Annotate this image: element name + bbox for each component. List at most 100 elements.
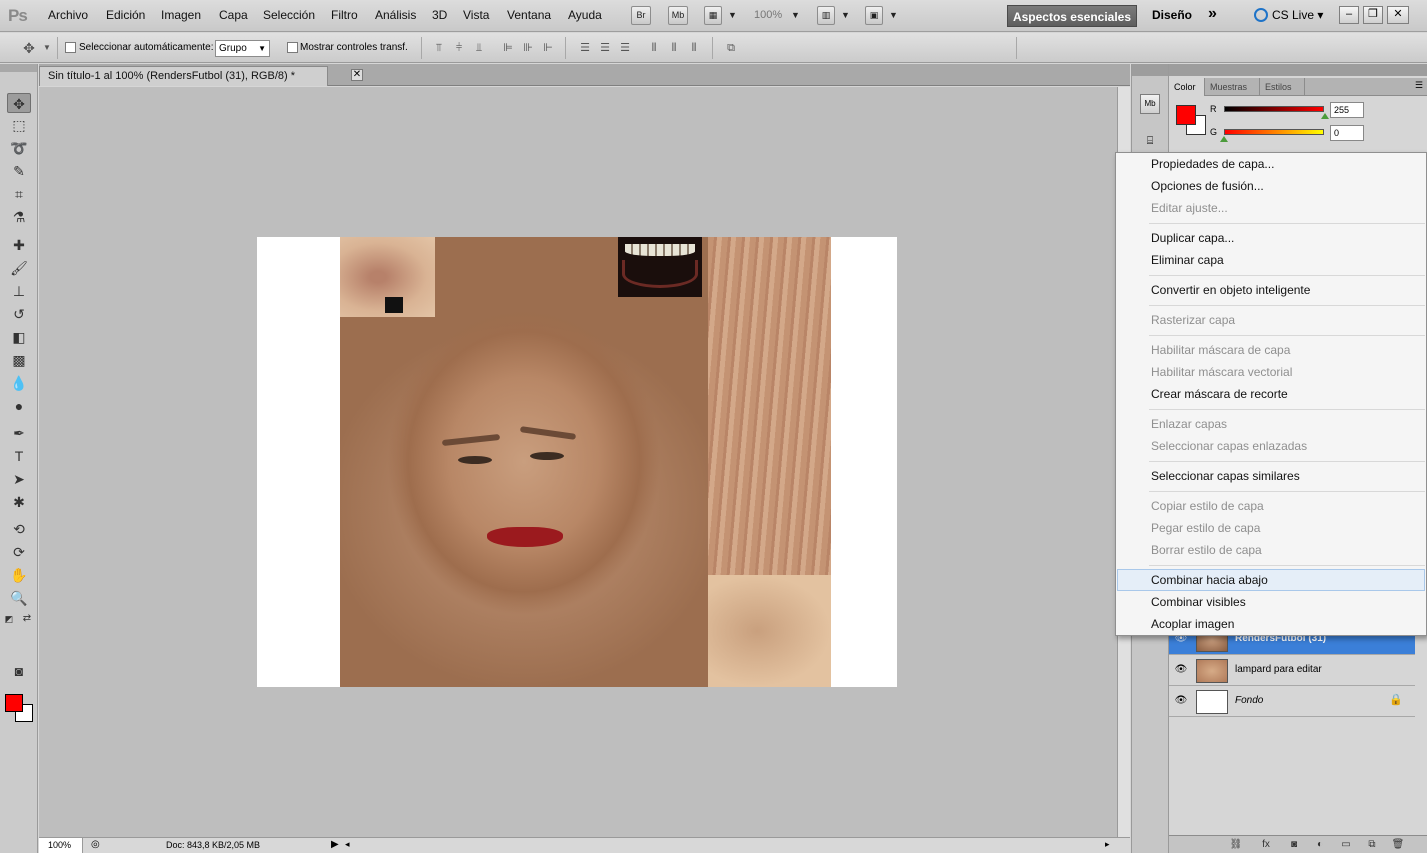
auto-select-dropdown[interactable]: Grupo ▼ [215, 40, 270, 57]
brush-tool-icon[interactable]: 🖌 [7, 258, 31, 278]
align-bottom-icon[interactable]: ⫫ [472, 41, 486, 55]
dock-header[interactable] [1132, 64, 1168, 76]
gradient-tool-icon[interactable]: ▩ [7, 350, 31, 370]
red-value-input[interactable]: 255 [1330, 102, 1364, 118]
quick-selection-tool-icon[interactable]: ✎ [7, 161, 31, 181]
chevron-down-icon[interactable]: ▼ [841, 10, 850, 20]
menu-filtro[interactable]: Filtro [331, 8, 358, 22]
eraser-tool-icon[interactable]: ◧ [7, 327, 31, 347]
history-panel-icon[interactable]: ⌸ [1140, 132, 1160, 152]
status-zoom-field[interactable]: 100% [39, 838, 83, 853]
status-menu-arrow-icon[interactable]: ▶ [331, 839, 339, 850]
menu-item-enable-layer-mask[interactable]: Habilitar máscara de capa [1117, 339, 1425, 361]
3d-rotate-tool-icon[interactable]: ⟲ [7, 519, 31, 539]
type-tool-icon[interactable]: T [7, 446, 31, 466]
screen-mode-icon[interactable]: ▣ [865, 6, 883, 25]
color-panel-fg-swatch[interactable] [1176, 105, 1196, 125]
hand-tool-icon[interactable]: ✋ [7, 565, 31, 585]
lasso-tool-icon[interactable]: ➰ [7, 138, 31, 158]
menu-item-select-linked-layers[interactable]: Seleccionar capas enlazadas [1117, 435, 1425, 457]
panel-menu-icon[interactable]: ☰ [1415, 80, 1423, 91]
shape-tool-icon[interactable]: ✱ [7, 492, 31, 512]
view-extras-icon[interactable]: ▦ [704, 6, 722, 25]
menu-item-rasterize-layer[interactable]: Rasterizar capa [1117, 309, 1425, 331]
dodge-tool-icon[interactable]: ● [7, 396, 31, 416]
menu-ventana[interactable]: Ventana [507, 8, 551, 22]
red-slider[interactable] [1224, 106, 1324, 112]
menu-seleccion[interactable]: Selección [263, 8, 315, 22]
menu-item-link-layers[interactable]: Enlazar capas [1117, 413, 1425, 435]
distribute-bottom-icon[interactable]: ☰ [618, 41, 632, 55]
eye-icon[interactable]: 👁 [1174, 664, 1188, 676]
workspace-design-button[interactable]: Diseño [1152, 8, 1192, 22]
menu-analisis[interactable]: Análisis [375, 8, 416, 22]
swap-colors-icon[interactable]: ⇄ [20, 609, 34, 629]
scroll-right-icon[interactable]: ▸ [1105, 839, 1110, 850]
history-brush-tool-icon[interactable]: ↺ [7, 304, 31, 324]
tools-panel-header[interactable] [0, 64, 37, 72]
crop-tool-icon[interactable]: ⌗ [7, 184, 31, 204]
chevron-down-icon[interactable]: ▼ [40, 41, 54, 55]
quick-mask-icon[interactable]: ◙ [7, 661, 31, 681]
align-hcenter-icon[interactable]: ⊪ [521, 41, 535, 55]
menu-item-paste-layer-style[interactable]: Pegar estilo de capa [1117, 517, 1425, 539]
panels-header[interactable] [1169, 64, 1427, 76]
align-vcenter-icon[interactable]: ⫩ [452, 41, 466, 55]
show-transform-checkbox[interactable] [287, 42, 298, 53]
menu-item-blending-options[interactable]: Opciones de fusión... [1117, 175, 1425, 197]
chevron-down-icon[interactable]: ▼ [889, 10, 898, 20]
menu-archivo[interactable]: Archivo [48, 8, 88, 22]
close-document-icon[interactable]: ✕ [351, 69, 363, 81]
menu-item-flatten-image[interactable]: Acoplar imagen [1117, 613, 1425, 635]
bridge-button[interactable]: Br [631, 6, 651, 25]
3d-orbit-tool-icon[interactable]: ⟳ [7, 542, 31, 562]
minibridge-panel-button[interactable]: Mb [1140, 94, 1160, 114]
document-tab[interactable]: Sin título-1 al 100% (RendersFutbol (31)… [39, 66, 328, 86]
arrange-documents-icon[interactable]: ▥ [817, 6, 835, 25]
workspace-essentials-button[interactable]: Aspectos esenciales [1007, 5, 1137, 27]
restore-icon[interactable]: ❐ [1363, 6, 1383, 24]
menu-vista[interactable]: Vista [463, 8, 489, 22]
menu-item-clear-layer-style[interactable]: Borrar estilo de capa [1117, 539, 1425, 561]
chevron-down-icon[interactable]: ▼ [728, 10, 737, 20]
menu-item-merge-visible[interactable]: Combinar visibles [1117, 591, 1425, 613]
marquee-tool-icon[interactable]: ⬚ [7, 115, 31, 135]
menu-item-create-clipping-mask[interactable]: Crear máscara de recorte [1117, 383, 1425, 405]
menu-item-merge-down[interactable]: Combinar hacia abajo [1117, 569, 1425, 591]
move-tool-preset-icon[interactable]: ✥ [18, 41, 40, 55]
auto-select-checkbox[interactable] [65, 42, 76, 53]
menu-capa[interactable]: Capa [219, 8, 248, 22]
menu-item-copy-layer-style[interactable]: Copiar estilo de capa [1117, 495, 1425, 517]
zoom-level[interactable]: 100% [754, 9, 782, 21]
menu-edicion[interactable]: Edición [106, 8, 145, 22]
default-colors-icon[interactable]: ◩ [2, 609, 16, 629]
red-slider-thumb[interactable] [1321, 113, 1329, 119]
layer-row[interactable]: 👁 lampard para editar [1169, 655, 1415, 686]
distribute-right-icon[interactable]: ⦀ [687, 41, 701, 55]
align-top-icon[interactable]: ⫪ [432, 41, 446, 55]
zoom-tool-icon[interactable]: 🔍 [7, 588, 31, 608]
menu-item-delete-layer[interactable]: Eliminar capa [1117, 249, 1425, 271]
scroll-left-icon[interactable]: ◂ [345, 839, 350, 850]
new-group-icon[interactable]: ▭ [1339, 838, 1353, 852]
add-mask-icon[interactable]: ◙ [1287, 838, 1301, 852]
menu-item-select-similar-layers[interactable]: Seleccionar capas similares [1117, 465, 1425, 487]
menu-imagen[interactable]: Imagen [161, 8, 201, 22]
menu-item-enable-vector-mask[interactable]: Habilitar máscara vectorial [1117, 361, 1425, 383]
link-layers-icon[interactable]: ⛓ [1229, 838, 1243, 852]
tab-color[interactable]: Color [1169, 78, 1205, 96]
green-value-input[interactable]: 0 [1330, 125, 1364, 141]
new-layer-icon[interactable]: ⧉ [1365, 838, 1379, 852]
close-icon[interactable]: ✕ [1387, 6, 1409, 24]
layer-row[interactable]: 👁 Fondo 🔒 [1169, 686, 1415, 717]
eye-icon[interactable]: 👁 [1174, 695, 1188, 707]
cs-live-menu[interactable]: CS Live ▾ [1254, 8, 1323, 22]
adjustment-layer-icon[interactable]: ◐ [1313, 838, 1327, 852]
status-export-icon[interactable]: ◎ [91, 839, 100, 850]
distribute-top-icon[interactable]: ☰ [578, 41, 592, 55]
distribute-hcenter-icon[interactable]: ⦀ [667, 41, 681, 55]
green-slider-thumb[interactable] [1220, 136, 1228, 142]
distribute-vcenter-icon[interactable]: ☰ [598, 41, 612, 55]
menu-3d[interactable]: 3D [432, 8, 447, 22]
menu-item-convert-smart-object[interactable]: Convertir en objeto inteligente [1117, 279, 1425, 301]
